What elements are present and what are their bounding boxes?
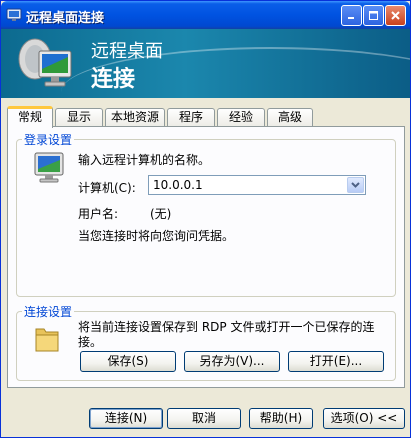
maximize-button[interactable] bbox=[363, 5, 384, 26]
credentials-note: 当您连接时将向您询问凭据。 bbox=[78, 229, 235, 243]
options-button[interactable]: 选项(O) << bbox=[323, 408, 405, 429]
banner-title-line1: 远程桌面 bbox=[91, 41, 163, 62]
computer-name-instruction: 输入远程计算机的名称。 bbox=[78, 153, 211, 167]
save-as-button[interactable]: 另存为(V)... bbox=[184, 351, 280, 372]
chevron-down-icon bbox=[351, 182, 360, 188]
close-icon bbox=[391, 11, 400, 20]
tab-local-resources[interactable]: 本地资源 bbox=[105, 108, 165, 127]
minimize-icon bbox=[348, 17, 354, 19]
tab-experience[interactable]: 经验 bbox=[217, 108, 265, 127]
remote-computer-icon bbox=[18, 38, 72, 87]
window-title: 远程桌面连接 bbox=[26, 11, 105, 26]
username-value: (无) bbox=[150, 207, 172, 221]
tab-general[interactable]: 常规 bbox=[7, 106, 53, 128]
computer-combobox[interactable]: 10.0.0.1 bbox=[148, 175, 366, 195]
computer-label: 计算机(C): bbox=[78, 181, 136, 195]
logon-settings-label: 登录设置 bbox=[22, 131, 75, 148]
computer-value: 10.0.0.1 bbox=[153, 178, 203, 192]
connection-settings-label: 连接设置 bbox=[22, 303, 75, 320]
minimize-button[interactable] bbox=[341, 5, 362, 26]
title-bar[interactable]: 远程桌面连接 bbox=[1, 1, 410, 29]
tab-panel-general: 登录设置 输入远程计算机的名称。 计算机(C): 10.0.0.1 用户名: (… bbox=[7, 126, 405, 388]
help-button[interactable]: 帮助(H) bbox=[249, 408, 313, 429]
combobox-dropdown-button[interactable] bbox=[347, 177, 364, 193]
header-banner: 远程桌面 连接 bbox=[1, 29, 410, 98]
open-button[interactable]: 打开(E)... bbox=[288, 351, 384, 372]
tab-programs[interactable]: 程序 bbox=[167, 108, 215, 127]
banner-title-line2: 连接 bbox=[91, 67, 136, 92]
connect-button[interactable]: 连接(N) bbox=[89, 408, 163, 429]
maximize-icon bbox=[369, 11, 378, 20]
folder-icon bbox=[35, 328, 59, 352]
connection-settings-description: 将当前连接设置保存到 RDP 文件或打开一个已保存的连接。 bbox=[78, 320, 375, 349]
remote-desktop-app-icon bbox=[6, 8, 22, 21]
remote-desktop-window: 远程桌面连接 远程桌面 连接 常规 显示 本地资源 程序 经验 高级 登录设置 … bbox=[0, 0, 411, 438]
computer-monitor-icon bbox=[34, 152, 64, 183]
cancel-button[interactable]: 取消 bbox=[167, 408, 241, 429]
close-button[interactable] bbox=[385, 5, 406, 26]
username-label: 用户名: bbox=[78, 207, 119, 221]
tab-advanced[interactable]: 高级 bbox=[267, 108, 313, 127]
tab-display[interactable]: 显示 bbox=[55, 108, 103, 127]
save-button[interactable]: 保存(S) bbox=[80, 351, 176, 372]
